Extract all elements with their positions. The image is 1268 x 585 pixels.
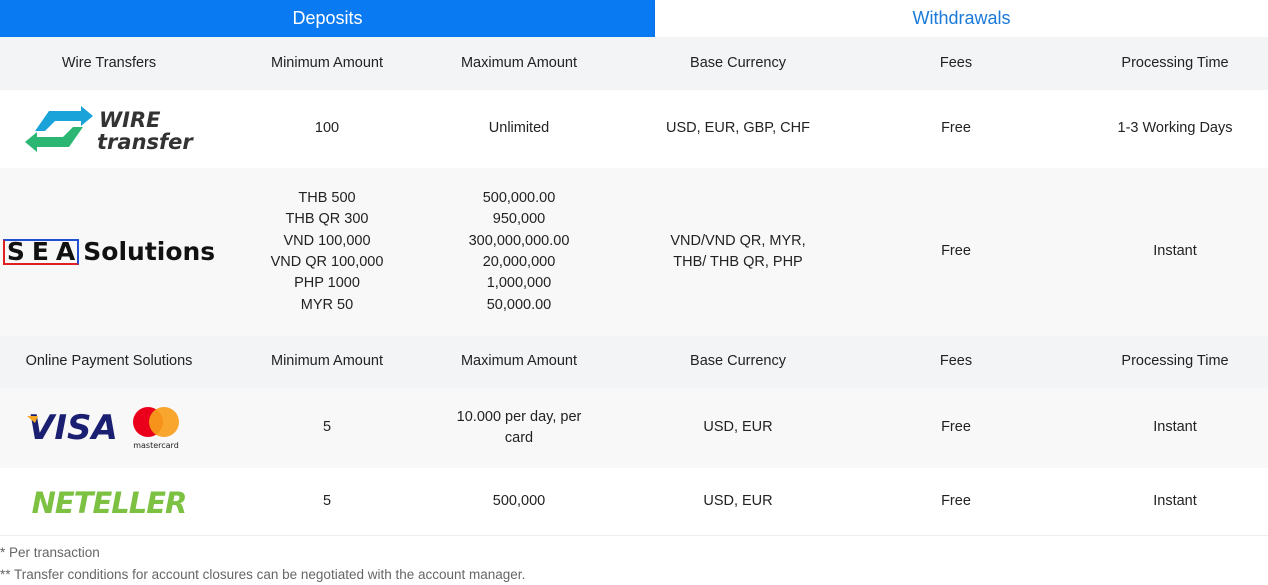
processing-time: Instant [1153,243,1197,260]
base-currency: VND/VND QR, MYR, THB/ THB QR, PHP [670,232,806,270]
tab-deposits[interactable]: Deposits [0,0,655,37]
svg-text:mastercard: mastercard [133,441,179,450]
svg-text:transfer: transfer [97,130,194,153]
min-amount: 5 [322,492,332,509]
max-amount: Unlimited [488,120,550,137]
wire-transfers-header-row: Wire Transfers Minimum Amount Maximum Am… [0,37,1268,90]
svg-text:WIRE: WIRE [99,108,161,132]
wire-transfer-icon: WIRE transfer [25,106,194,153]
wire-transfer-logo: WIRE transfer [0,90,218,168]
tab-withdrawals[interactable]: Withdrawals [655,0,1268,37]
table-row: VISA mastercard 5 10.000 per day, per ca… [0,388,1268,468]
neteller-logo: NETELLER [0,468,218,535]
table-row: SEA Solutions THB 500 THB QR 300 VND 100… [0,168,1268,336]
base-currency: USD, EUR [703,419,773,436]
fees: Free [941,243,971,260]
visa-mastercard-logo: VISA mastercard [0,388,218,468]
base-currency: USD, EUR, GBP, CHF [666,120,810,137]
processing-time: 1-3 Working Days [1117,120,1233,137]
table-row: WIRE transfer 100 Unlimited USD, EUR, GB… [0,90,1268,168]
column-header-max: Maximum Amount [460,353,578,370]
svg-text:VISA: VISA [28,408,118,448]
visa-mastercard-icon: VISA mastercard [27,407,179,450]
column-header-min: Minimum Amount [270,54,383,71]
column-header-time: Processing Time [1121,54,1229,71]
fees: Free [941,492,971,509]
min-amount: THB 500 THB QR 300 VND 100,000 VND QR 10… [270,190,384,313]
processing-time: Instant [1153,419,1197,436]
column-header-min: Minimum Amount [270,353,383,370]
online-payment-header-row: Online Payment Solutions Minimum Amount … [0,336,1268,388]
tab-bar: Deposits Withdrawals [0,0,1268,37]
footnote: ** Transfer conditions for account closu… [0,567,526,582]
max-amount: 500,000.00 950,000 300,000,000.00 20,000… [468,190,570,313]
min-amount: 5 [322,419,332,436]
fees: Free [941,419,971,436]
column-header-currency: Base Currency [690,353,786,370]
svg-text:NETELLER: NETELLER [32,486,187,520]
column-header-time: Processing Time [1121,353,1229,370]
column-header-fees: Fees [939,353,973,370]
table-row: NETELLER 5 500,000 USD, EUR Free Instant [0,468,1268,536]
sea-solutions-icon: SEA Solutions [2,239,215,265]
max-amount: 10.000 per day, per card [456,408,582,446]
base-currency: USD, EUR [703,492,773,509]
sea-solutions-logo: SEA Solutions [0,168,218,336]
column-header-fees: Fees [939,54,973,71]
max-amount: 500,000 [492,492,546,509]
fees: Free [941,120,971,137]
column-header-max: Maximum Amount [460,54,578,71]
neteller-icon: NETELLER [32,486,188,520]
min-amount: 100 [314,120,340,137]
section-title: Online Payment Solutions [25,353,193,370]
column-header-currency: Base Currency [690,54,786,71]
footnote: * Per transaction [0,545,100,560]
processing-time: Instant [1153,492,1197,509]
section-title: Wire Transfers [61,54,157,71]
